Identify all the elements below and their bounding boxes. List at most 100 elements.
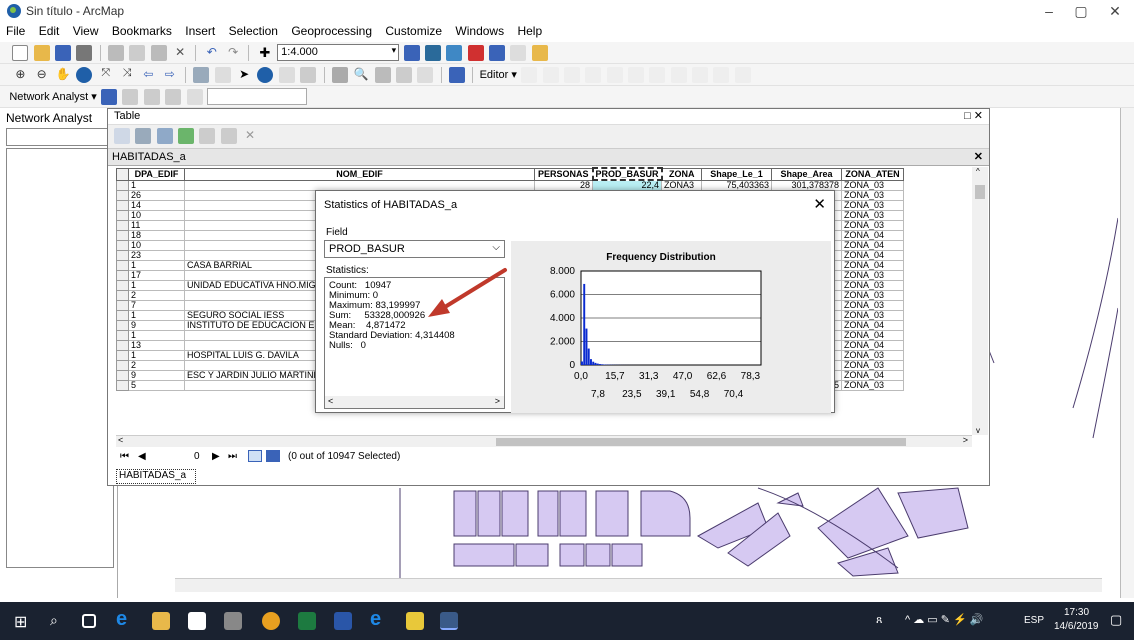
table-cell-zona-aten[interactable]: ZONA_03 <box>841 380 905 391</box>
table-cell-zona-aten[interactable]: ZONA_03 <box>841 270 905 281</box>
endpoint-arc-icon[interactable] <box>585 67 602 83</box>
model-builder-icon[interactable] <box>531 45 548 61</box>
task-view-icon[interactable] <box>82 614 96 628</box>
table-cell-zona-aten[interactable]: ZONA_03 <box>841 290 905 301</box>
editor-toolbar-icon[interactable] <box>403 45 420 61</box>
analysis-dropdown[interactable] <box>6 128 114 146</box>
rotate-tool-icon[interactable] <box>670 67 687 83</box>
select-elements-icon[interactable]: ➤ <box>236 67 252 83</box>
table-cell-dpa[interactable]: 9 <box>128 320 185 331</box>
table-window-controls[interactable]: □ ✕ <box>964 109 983 122</box>
maximize-button[interactable]: ▢ <box>1066 2 1096 20</box>
table-options-icon[interactable] <box>114 128 130 144</box>
row-selector[interactable] <box>116 280 129 291</box>
create-viewer-icon[interactable] <box>448 67 465 83</box>
table-cell-dpa[interactable]: 1 <box>128 280 185 291</box>
table-cell-dpa[interactable]: 11 <box>128 220 185 231</box>
row-selector[interactable] <box>116 190 129 201</box>
map-horizontal-scrollbar[interactable] <box>175 578 1102 592</box>
table-cell-shape-area[interactable]: 301,378378 <box>771 179 843 191</box>
edge-browser-icon[interactable]: e <box>116 608 134 630</box>
current-record[interactable]: 0 <box>194 451 200 462</box>
row-selector[interactable] <box>116 320 129 331</box>
hyperlink-icon[interactable] <box>278 67 295 83</box>
table-of-contents-icon[interactable] <box>424 45 441 61</box>
new-document-icon[interactable] <box>12 45 29 61</box>
open-folder-icon[interactable] <box>33 45 50 61</box>
arctoolbox-icon[interactable] <box>467 45 484 61</box>
zoom-out-icon[interactable]: ⊖ <box>34 67 50 83</box>
table-cell-zona-aten[interactable]: ZONA_03 <box>841 190 905 201</box>
clock-date[interactable]: 14/6/2019 <box>1054 621 1099 632</box>
menu-view[interactable]: View <box>73 24 99 38</box>
table-cell-zona-aten[interactable]: ZONA_04 <box>841 230 905 241</box>
find-route-icon[interactable] <box>374 67 391 83</box>
edit-tool-icon[interactable] <box>521 67 538 83</box>
split-tool-icon[interactable] <box>649 67 666 83</box>
print-icon[interactable] <box>76 45 93 61</box>
table-cell-zona-aten[interactable]: ZONA_04 <box>841 370 905 381</box>
mail-icon[interactable] <box>224 612 242 630</box>
table-cell-zona-aten[interactable]: ZONA_03 <box>841 310 905 321</box>
table-hscroll-thumb[interactable] <box>496 438 906 446</box>
word-icon[interactable] <box>334 612 352 630</box>
row-selector[interactable] <box>116 340 129 351</box>
next-record-button[interactable]: ▶ <box>212 451 220 462</box>
row-selector[interactable] <box>116 300 129 311</box>
table-cell-dpa[interactable]: 14 <box>128 200 185 211</box>
table-horizontal-scrollbar[interactable]: < > <box>116 435 972 447</box>
table-cell-zona-aten[interactable]: ZONA_03 <box>841 210 905 221</box>
search-icon[interactable]: ⌕ <box>50 612 68 630</box>
add-data-icon[interactable]: ✚ <box>257 45 273 61</box>
col-zona[interactable]: ZONA <box>661 167 703 181</box>
windows-start-icon[interactable]: ⊞ <box>14 612 32 631</box>
table-cell-dpa[interactable]: 2 <box>128 290 185 301</box>
table-cell-zona-aten[interactable]: ZONA_03 <box>841 360 905 371</box>
table-cell-dpa[interactable]: 1 <box>128 179 185 191</box>
switch-selection-icon[interactable] <box>178 128 195 144</box>
attributes-icon[interactable] <box>692 67 709 83</box>
zoom-to-selected-icon[interactable] <box>220 128 237 144</box>
col-personas[interactable]: PERSONAS <box>534 167 593 181</box>
row-selector[interactable] <box>116 210 129 221</box>
go-to-xy-icon[interactable] <box>395 67 412 83</box>
row-selector[interactable] <box>116 350 129 361</box>
redo-icon[interactable]: ↷ <box>225 45 241 61</box>
create-network-location-icon[interactable] <box>122 89 139 105</box>
table-cell-zona-aten[interactable]: ZONA_04 <box>841 240 905 251</box>
input-language[interactable]: ESP <box>1024 615 1044 626</box>
system-tray-icons[interactable]: ^ ☁ ▭ ✎ ⚡ 🔊 <box>905 613 983 626</box>
find-icon[interactable]: 🔍 <box>353 67 369 83</box>
row-selector[interactable] <box>116 220 129 231</box>
undo-icon[interactable]: ↶ <box>204 45 220 61</box>
fixed-zoom-in-icon[interactable]: ⤧ <box>98 67 114 83</box>
table-tab-close[interactable]: ✕ <box>974 150 983 163</box>
editor-menu[interactable]: Editor ▾ <box>480 68 517 81</box>
paste-icon[interactable] <box>150 45 167 61</box>
measure-icon[interactable] <box>331 67 348 83</box>
menu-insert[interactable]: Insert <box>185 24 215 38</box>
row-selector[interactable] <box>116 270 129 281</box>
row-selector[interactable] <box>116 370 129 381</box>
menu-windows[interactable]: Windows <box>455 24 504 38</box>
statistics-close-button[interactable]: ✕ <box>813 195 826 213</box>
trace-icon[interactable] <box>606 67 623 83</box>
clear-table-selection-icon[interactable] <box>199 128 216 144</box>
row-selector[interactable] <box>116 290 129 301</box>
table-cell-prod[interactable]: 22,4 <box>591 179 663 191</box>
row-selector[interactable] <box>116 310 129 321</box>
solve-icon[interactable] <box>165 89 182 105</box>
internet-explorer-icon[interactable]: e <box>370 608 388 630</box>
catalog-icon[interactable] <box>446 45 463 61</box>
field-dropdown[interactable]: PROD_BASUR ⌵ <box>324 240 505 258</box>
arcmap-taskbar-icon[interactable] <box>440 612 458 630</box>
table-bottom-tab[interactable]: HABITADAS_a <box>116 469 196 484</box>
table-vertical-scrollbar[interactable]: ^ v <box>972 167 988 435</box>
table-cell-dpa[interactable]: 10 <box>128 240 185 251</box>
create-features-icon[interactable] <box>734 67 751 83</box>
row-selector[interactable] <box>116 260 129 271</box>
zoom-in-icon[interactable]: ⊕ <box>12 67 28 83</box>
col-dpa-edif[interactable]: DPA_EDIF <box>128 167 185 181</box>
col-zona-aten[interactable]: ZONA_ATEN <box>841 167 905 181</box>
table-cell-dpa[interactable]: 2 <box>128 360 185 371</box>
